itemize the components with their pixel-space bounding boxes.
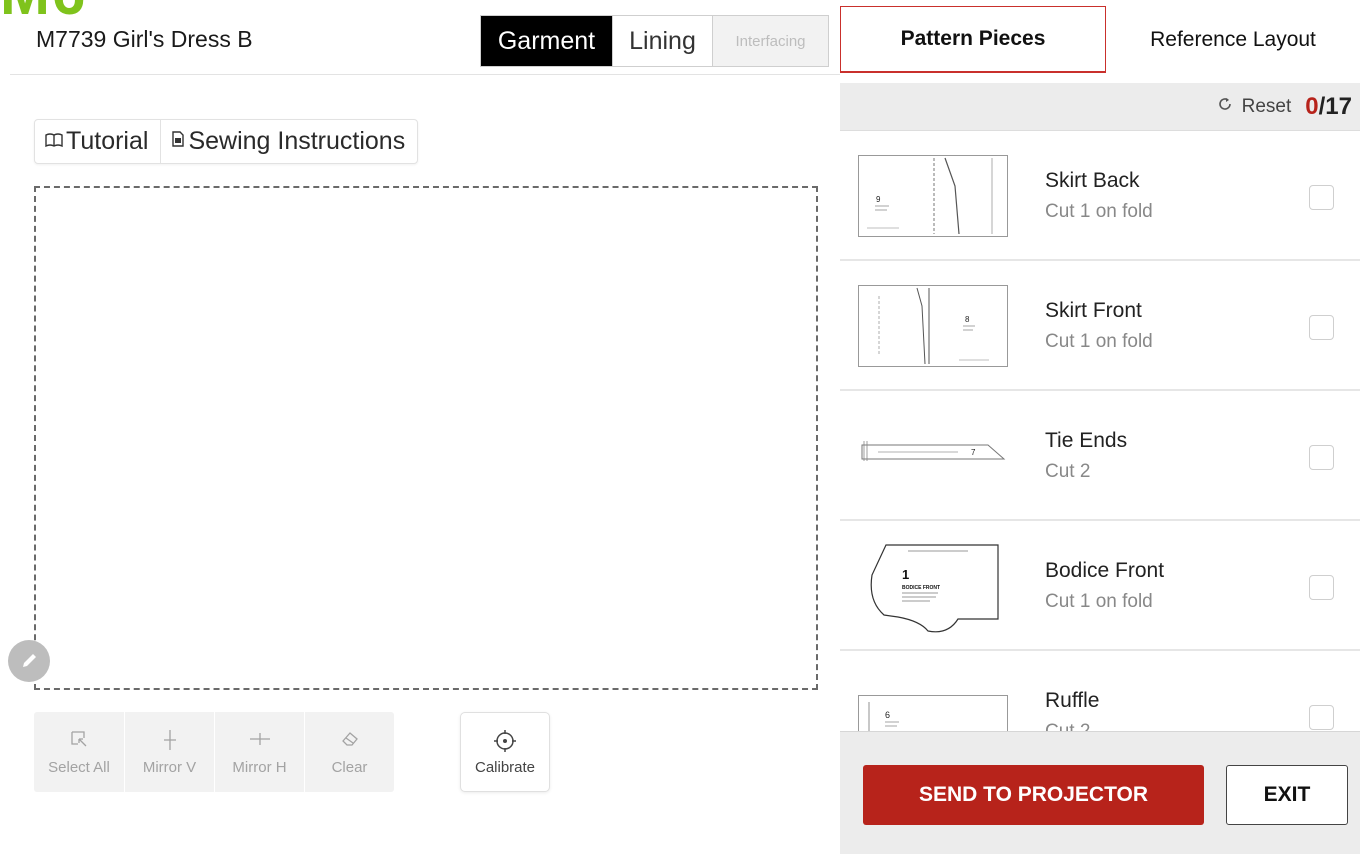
pattern-thumbnail: 7	[858, 415, 1008, 497]
brand-logo-partial: M6	[0, 0, 87, 24]
piece-checkbox[interactable]	[1309, 185, 1334, 210]
fabric-type-segmented-control: Garment Lining Interfacing	[480, 15, 829, 67]
clear-label: Clear	[331, 758, 368, 776]
piece-name: Tie Ends	[1045, 429, 1128, 452]
mirror-v-button[interactable]: Mirror V	[124, 712, 214, 792]
progress-total: /17	[1318, 92, 1352, 120]
reset-button[interactable]: Reset	[1242, 96, 1292, 118]
pattern-thumbnail: 1 BODICE FRONT	[858, 537, 1008, 637]
pattern-piece-list: 9 Skirt Back Cut 1 on fold 8 Skirt Front…	[840, 131, 1360, 731]
piece-name: Skirt Front	[1045, 299, 1142, 322]
piece-checkbox[interactable]	[1309, 315, 1334, 340]
list-item[interactable]: 7 Tie Ends Cut 2	[840, 391, 1360, 521]
thumbnail-number: 1	[902, 567, 909, 582]
piece-checkbox[interactable]	[1309, 705, 1334, 730]
list-item[interactable]: 6 Ruffle Cut 2	[840, 651, 1360, 731]
document-icon	[171, 131, 185, 152]
thumbnail-number: 8	[965, 315, 970, 324]
piece-name: Skirt Back	[1045, 169, 1140, 192]
send-to-projector-button[interactable]: SEND TO PROJECTOR	[863, 765, 1204, 825]
piece-checkbox[interactable]	[1309, 575, 1334, 600]
segment-garment[interactable]: Garment	[481, 16, 612, 66]
pattern-thumbnail: 6	[858, 695, 1008, 731]
piece-checkbox[interactable]	[1309, 445, 1334, 470]
tutorial-button[interactable]: Tutorial	[35, 120, 160, 163]
help-buttons: Tutorial Sewing Instructions	[34, 119, 419, 164]
reset-row: Reset 0/17	[840, 83, 1360, 131]
piece-name: Bodice Front	[1045, 559, 1165, 582]
thumbnail-number: 7	[971, 448, 976, 457]
segment-interfacing: Interfacing	[712, 16, 828, 66]
select-icon	[69, 729, 89, 755]
tutorial-label: Tutorial	[66, 127, 149, 155]
piece-name: Ruffle	[1045, 689, 1100, 712]
mirror-v-label: Mirror V	[142, 758, 197, 776]
tab-reference-layout[interactable]: Reference Layout	[1106, 6, 1360, 73]
piece-cut-instructions: Cut 1 on fold	[1045, 331, 1153, 352]
thumbnail-number: 6	[885, 710, 890, 720]
list-item[interactable]: 9 Skirt Back Cut 1 on fold	[840, 131, 1360, 261]
panel-tabs: Pattern Pieces Reference Layout	[840, 0, 1360, 83]
pattern-panel: Pattern Pieces Reference Layout Reset 0/…	[840, 0, 1360, 854]
tab-pattern-pieces[interactable]: Pattern Pieces	[840, 6, 1106, 73]
sewing-instructions-label: Sewing Instructions	[188, 127, 406, 155]
piece-cut-instructions: Cut 2	[1045, 461, 1091, 482]
crosshair-icon	[493, 729, 517, 757]
mirror-vertical-icon	[160, 729, 180, 755]
piece-cut-instructions: Cut 1 on fold	[1045, 591, 1153, 612]
select-all-label: Select All	[48, 758, 110, 776]
exit-button[interactable]: EXIT	[1226, 765, 1348, 825]
header-divider	[10, 74, 840, 75]
projection-canvas[interactable]	[34, 186, 818, 690]
pattern-thumbnail: 9	[858, 155, 1008, 237]
sewing-instructions-button[interactable]: Sewing Instructions	[160, 120, 417, 163]
pattern-title: M7739 Girl's Dress B	[36, 26, 253, 52]
thumbnail-label: BODICE FRONT	[902, 585, 940, 591]
pattern-thumbnail: 8	[858, 285, 1008, 367]
panel-actions: SEND TO PROJECTOR EXIT	[840, 731, 1360, 854]
thumbnail-number: 9	[876, 195, 881, 204]
progress-done: 0	[1305, 92, 1319, 120]
mirror-horizontal-icon	[249, 729, 271, 755]
calibrate-button[interactable]: Calibrate	[460, 712, 550, 792]
mirror-h-button[interactable]: Mirror H	[214, 712, 304, 792]
reset-icon[interactable]	[1217, 96, 1233, 117]
pencil-icon[interactable]	[8, 640, 50, 682]
clear-button[interactable]: Clear	[304, 712, 394, 792]
segment-lining[interactable]: Lining	[612, 16, 712, 66]
select-all-button[interactable]: Select All	[34, 712, 124, 792]
book-icon	[45, 132, 63, 152]
list-item[interactable]: 1 BODICE FRONT Bodice Front Cut 1 on fol…	[840, 521, 1360, 651]
piece-cut-instructions: Cut 1 on fold	[1045, 201, 1153, 222]
calibrate-label: Calibrate	[474, 758, 536, 776]
list-item[interactable]: 8 Skirt Front Cut 1 on fold	[840, 261, 1360, 391]
edit-toolbar: Select All Mirror V Mirror H Clear	[34, 712, 394, 792]
mirror-h-label: Mirror H	[232, 758, 287, 776]
piece-cut-instructions: Cut 2	[1045, 721, 1090, 731]
eraser-icon	[340, 729, 360, 755]
